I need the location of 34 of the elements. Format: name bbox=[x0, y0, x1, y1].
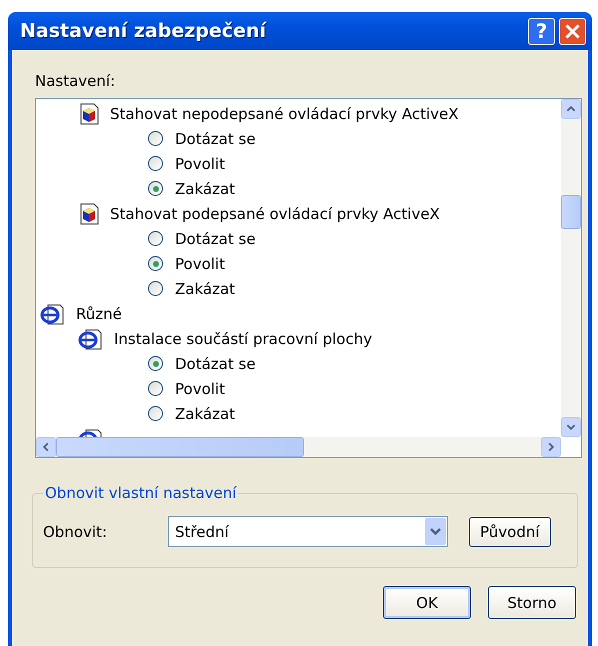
category-label: Různé bbox=[76, 304, 122, 322]
globe-document-icon bbox=[78, 328, 104, 350]
radio-option[interactable]: Zakázat bbox=[72, 176, 236, 201]
scroll-right-button[interactable] bbox=[541, 437, 561, 457]
reset-label: Obnovit: bbox=[43, 522, 108, 540]
radio-option[interactable]: Povolit bbox=[72, 251, 225, 276]
reset-button[interactable]: Původní bbox=[469, 516, 551, 546]
window-title: Nastavení zabezpečení bbox=[20, 20, 268, 42]
scroll-left-button[interactable] bbox=[36, 437, 56, 457]
scrollbar-thumb[interactable] bbox=[56, 437, 304, 457]
scroll-up-button[interactable] bbox=[561, 99, 581, 119]
cancel-button[interactable]: Storno bbox=[488, 586, 576, 619]
radio-option[interactable]: Dotázat se bbox=[72, 126, 256, 151]
radio-option[interactable]: Povolit bbox=[72, 151, 225, 176]
dropdown-caret-icon bbox=[425, 518, 446, 545]
level-dropdown[interactable]: Střední bbox=[168, 516, 448, 547]
close-button[interactable]: × bbox=[559, 18, 586, 44]
help-button[interactable]: ? bbox=[528, 18, 555, 44]
radio-option[interactable]: Zakázat bbox=[72, 401, 236, 426]
cube-document-icon bbox=[78, 202, 100, 224]
ok-button[interactable]: OK bbox=[383, 586, 471, 619]
cube-document-icon bbox=[78, 102, 100, 124]
settings-label: Nastavení: bbox=[35, 72, 116, 90]
setting-label: Stahovat nepodepsané ovládací prvky ActiveX bbox=[110, 104, 459, 122]
radio-option[interactable]: Povolit bbox=[72, 376, 225, 401]
setting-label: Instalace součástí pracovní plochy bbox=[114, 330, 372, 348]
group-legend: Obnovit vlastní nastavení bbox=[43, 484, 238, 502]
radio-option[interactable]: Zakázat bbox=[72, 276, 236, 301]
scrollbar-thumb[interactable] bbox=[561, 195, 581, 229]
scroll-down-button[interactable] bbox=[561, 417, 581, 437]
radio-option[interactable]: Dotázat se bbox=[72, 351, 256, 376]
globe-document-icon bbox=[40, 302, 66, 324]
radio-option[interactable]: Dotázat se bbox=[72, 226, 256, 251]
setting-label: Stahovat podepsané ovládací prvky ActiveX bbox=[110, 204, 440, 222]
